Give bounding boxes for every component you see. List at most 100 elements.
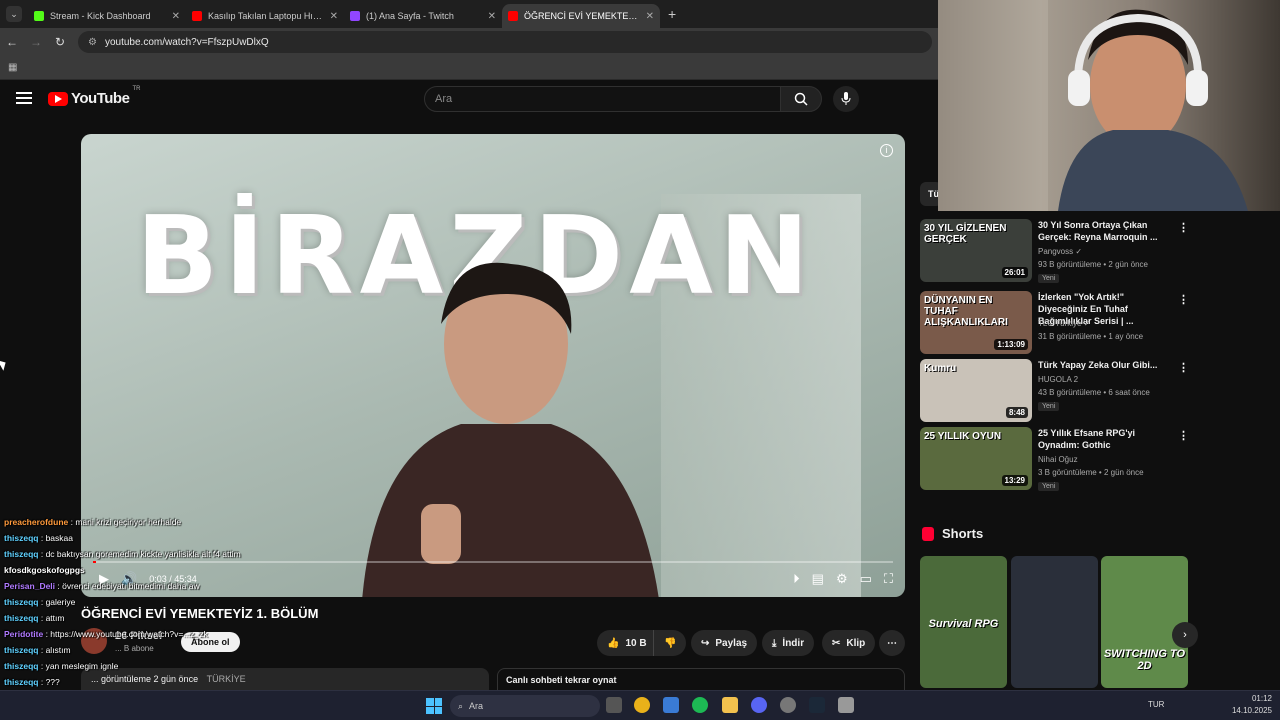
microphone-icon (841, 92, 851, 105)
chrome-icon[interactable] (634, 697, 650, 713)
recommendation-meta: 3 B görüntüleme • 2 gün önce (1038, 468, 1144, 477)
browser-tab[interactable]: ÖĞRENCİ EVİ YEMEKTEYİZ 1. BÖ ✕ (502, 4, 660, 28)
recommendation-item[interactable]: 25 YILLIK OYUN 13:29 25 Yıllık Efsane RPG'… (920, 427, 1190, 491)
video-duration: 13:29 (1001, 475, 1028, 486)
recommendation-channel[interactable]: HUGOLA 2 (1038, 375, 1078, 384)
tab-title: ÖĞRENCİ EVİ YEMEKTEYİZ 1. BÖ (524, 11, 640, 21)
info-icon[interactable]: i (880, 144, 893, 157)
recommendation-channel[interactable]: Pangvoss ✓ (1038, 247, 1082, 256)
chat-message: preacherofdune : mani krizi geçiriyor he… (4, 517, 182, 527)
share-icon: ↪ (701, 637, 710, 649)
clock[interactable]: 01:12 14.10.2025 (1232, 693, 1272, 717)
chat-username: thiszeqq (4, 533, 39, 543)
tab-list: Stream - Kick Dashboard ✕ Kasılıp Takılan … (28, 0, 660, 28)
theater-mode-icon[interactable]: ▭ (860, 571, 872, 587)
tab-close-icon[interactable]: ✕ (172, 11, 180, 22)
video-thumbnail[interactable]: Kumru 8:48 (920, 359, 1032, 422)
url-text: youtube.com/watch?v=FfszpUwDlxQ (104, 36, 269, 48)
chat-text: baskaa (45, 533, 73, 543)
chat-message: thiszeqq : ??? (4, 677, 60, 687)
more-actions-button[interactable]: ⋯ (879, 630, 905, 656)
new-tab-button[interactable]: + (668, 6, 676, 22)
short-item[interactable] (1011, 556, 1098, 688)
more-options-icon[interactable]: ⋮ (1178, 293, 1189, 306)
tab-close-icon[interactable]: ✕ (330, 11, 338, 22)
store-icon[interactable] (663, 697, 679, 713)
browser-tab[interactable]: (1) Ana Sayfa - Twitch ✕ (344, 4, 502, 28)
chat-username: thiszeqq (4, 645, 39, 655)
recommendation-channel[interactable]: TLC Türkiye ✓ (1038, 319, 1090, 328)
spotify-icon[interactable] (692, 697, 708, 713)
recommendation-title[interactable]: 30 Yıl Sonra Ortaya Çıkan Gerçek: Reyna … (1038, 219, 1163, 243)
forward-icon[interactable]: → (24, 35, 48, 49)
recommendation-item[interactable]: 30 YIL GİZLENEN GERÇEK 26:01 30 Yıl Sonra … (920, 219, 1190, 283)
like-button[interactable]: 👍 10 B (597, 630, 657, 656)
search-icon (794, 92, 808, 106)
clip-button[interactable]: ✂ Klip (822, 630, 876, 656)
download-button[interactable]: ⤓ İndir (762, 630, 815, 656)
share-button[interactable]: ↪ Paylaş (691, 630, 758, 656)
more-options-icon[interactable]: ⋮ (1178, 221, 1189, 234)
video-thumbnail[interactable]: 30 YIL GİZLENEN GERÇEK 26:01 (920, 219, 1032, 282)
apps-grid-icon[interactable]: ▦ (8, 62, 17, 73)
chat-message: thiszeqq : alıstım (4, 645, 71, 655)
chat-username: thiszeqq (4, 677, 39, 687)
tab-close-icon[interactable]: ✕ (488, 11, 496, 22)
recommendation-item[interactable]: DÜNYANIN EN TUHAF ALIŞKANLIKLARI 1:13:09 İ… (920, 291, 1190, 355)
thumbs-up-icon: 👍 (607, 637, 620, 649)
taskbar-search[interactable]: ⌕ Ara (450, 695, 600, 717)
chat-message: Peridotite : https://www.youtube.com/wat… (4, 629, 208, 639)
recommendation-item[interactable]: Kumru 8:48 Türk Yapay Zeka Olur Gibi... HUG… (920, 359, 1190, 423)
shorts-heading: Shorts (922, 526, 983, 541)
tab-title: Kasılıp Takılan Laptopu Hızlandı (208, 11, 324, 21)
chat-message: thiszeqq : baskaa (4, 533, 73, 543)
task-view-icon[interactable] (606, 697, 622, 713)
tab-search-menu-button[interactable]: ⌄ (6, 6, 22, 22)
settings-gear-icon[interactable]: ⚙ (836, 571, 848, 587)
short-item[interactable]: SWITCHING TO 2D (1101, 556, 1188, 688)
clip-label: Klip (846, 637, 866, 649)
fullscreen-icon[interactable]: ⛶ (884, 571, 893, 587)
recommendation-channel[interactable]: Nihai Oğuz (1038, 455, 1078, 464)
reload-icon[interactable]: ↻ (48, 35, 72, 49)
app-icon[interactable] (780, 697, 796, 713)
more-options-icon[interactable]: ⋮ (1178, 361, 1189, 374)
chat-text: https://www.youtube.com/watch?v=...z_zk (50, 629, 208, 639)
mouse-cursor (0, 357, 9, 371)
more-options-icon[interactable]: ⋮ (1178, 429, 1189, 442)
new-badge: Yeni (1038, 482, 1060, 491)
short-item[interactable]: Survival RPG (920, 556, 1007, 688)
recommendation-title[interactable]: Türk Yapay Zeka Olur Gibi... (1038, 359, 1163, 371)
shorts-next-button[interactable]: › (1172, 622, 1198, 648)
dislike-button[interactable]: 👎 (653, 630, 687, 656)
browser-tab[interactable]: Kasılıp Takılan Laptopu Hızlandı ✕ (186, 4, 344, 28)
video-thumbnail[interactable]: DÜNYANIN EN TUHAF ALIŞKANLIKLARI 1:13:09 (920, 291, 1032, 354)
thumbnail-text: Kumru (924, 363, 957, 374)
site-info-icon[interactable]: ⚙ (88, 37, 97, 48)
url-bar[interactable]: ⚙ youtube.com/watch?v=FfszpUwDlxQ (78, 31, 932, 53)
short-caption: SWITCHING TO 2D (1103, 648, 1186, 672)
search-input[interactable]: Ara (424, 86, 781, 112)
autoplay-toggle[interactable]: ⏵ (793, 571, 800, 587)
person-figure (362, 262, 659, 597)
recommendation-title[interactable]: 25 Yıllık Efsane RPG'yi Oynadım: Gothic (1038, 427, 1163, 451)
discord-icon[interactable] (751, 697, 767, 713)
language-indicator[interactable]: TUR (1148, 700, 1164, 709)
back-icon[interactable]: ← (0, 35, 24, 49)
chat-text: attım (45, 613, 65, 623)
voice-search-button[interactable] (833, 86, 859, 112)
tab-close-icon[interactable]: ✕ (646, 11, 654, 22)
video-thumbnail[interactable]: 25 YILLIK OYUN 13:29 (920, 427, 1032, 490)
steam-icon[interactable] (809, 697, 825, 713)
subtitles-icon[interactable]: ▤ (812, 571, 824, 587)
chat-username: thiszeqq (4, 661, 39, 671)
youtube-logo[interactable]: YouTube TR (48, 86, 140, 107)
chat-text: yan meslegim ignle (45, 661, 119, 671)
menu-icon[interactable] (16, 92, 32, 104)
share-label: Paylaş (715, 637, 748, 649)
file-explorer-icon[interactable] (722, 697, 738, 713)
search-button[interactable] (780, 86, 822, 112)
browser-tab[interactable]: Stream - Kick Dashboard ✕ (28, 4, 186, 28)
windows-start-icon[interactable] (426, 698, 442, 714)
app-icon-2[interactable] (838, 697, 854, 713)
